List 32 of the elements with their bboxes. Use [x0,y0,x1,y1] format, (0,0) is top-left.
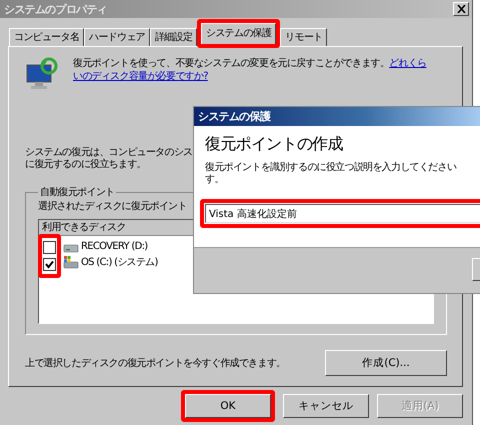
checkbox[interactable] [43,241,56,254]
instruction-text: す。 [205,174,224,186]
flag-drive-icon [63,254,79,268]
window-title: システムのプロパティ [4,2,108,16]
close-icon [456,5,466,13]
checkbox[interactable] [43,258,56,271]
description-text: システムの復元は、コンピュータのシス [25,147,192,158]
dialog-button[interactable]: OK [185,394,271,418]
create-text: 上で選択したディスクの復元ポイントを今すぐ作成できます。 [25,356,286,370]
create-button[interactable]: 作成(C)... [325,350,447,376]
help-link[interactable]: どれくら [389,58,426,69]
tab[interactable]: ハードウェア [84,28,150,46]
disk-name[interactable]: RECOVERY (D:) [81,241,148,252]
tab[interactable]: リモート [280,28,328,46]
tab[interactable]: コンピュータ名 [9,28,84,46]
dialog-heading: 復元ポイントの作成 [205,134,344,154]
description-text: に復元するのに役立ちます。 [25,159,146,171]
group-title: 自動復元ポイント [39,186,116,199]
instruction-text: 復元ポイントを識別するのに役立つ説明を入力してください [205,162,456,174]
monitor-icon [25,57,59,91]
help-link[interactable]: いのディスク容量が必要ですか? [73,71,208,82]
input-field[interactable]: Vista 高速化設定前 [205,204,480,223]
dialog-button[interactable]: キャンセル [283,394,369,418]
tab[interactable]: システムの保護 [201,23,276,44]
dialog-title: システムの保護 [198,109,270,124]
description-text: 復元ポイントを使って、不要なシステムの変更を元に戻すことができます。 [73,58,390,69]
dialog-button[interactable] [472,258,480,281]
tab[interactable]: 詳細設定 [150,28,198,46]
hint-text: 選択されたディスクに復元ポイント [38,200,188,213]
column-header[interactable]: 利用できるディスク [42,222,126,233]
close-button[interactable] [453,2,469,16]
disk-name[interactable]: OS (C:) (システム) [81,254,158,268]
